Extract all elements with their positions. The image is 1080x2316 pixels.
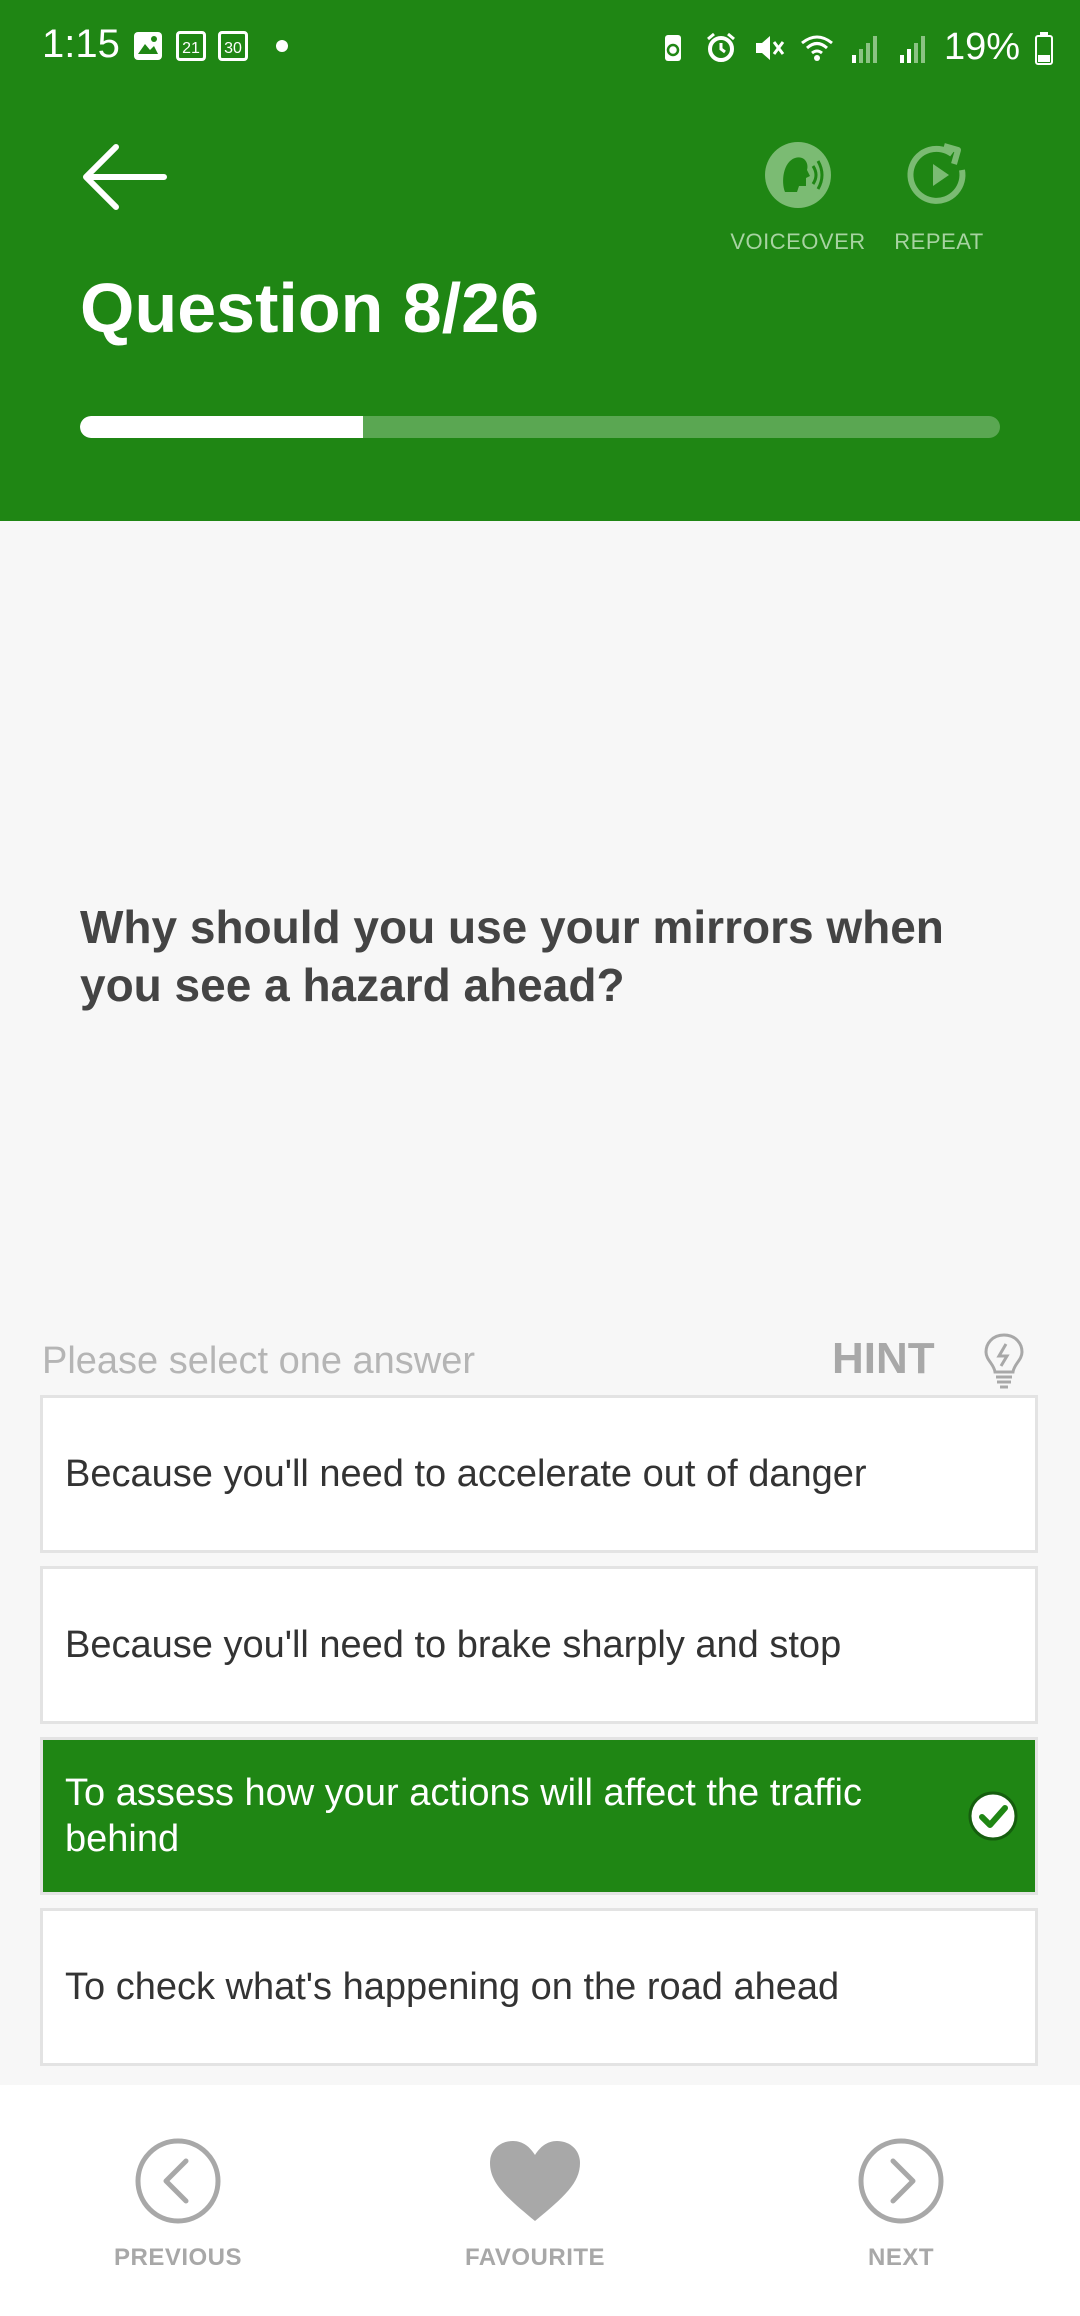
answer-option-3-selected[interactable]: To assess how your actions will affect t… bbox=[40, 1737, 1038, 1895]
next-button[interactable]: NEXT bbox=[801, 2137, 1001, 2272]
answer-option-1[interactable]: Because you'll need to accelerate out of… bbox=[40, 1395, 1038, 1553]
back-arrow-icon[interactable] bbox=[78, 142, 168, 212]
answer-prompt: Please select one answer bbox=[42, 1340, 476, 1382]
repeat-icon bbox=[907, 143, 966, 204]
calendar-icon: 30 bbox=[218, 31, 248, 61]
question-text: Why should you use your mirrors when you… bbox=[80, 901, 944, 1011]
signal-icon bbox=[899, 35, 925, 63]
wifi-icon bbox=[801, 35, 833, 61]
bottom-navigation: PREVIOUS FAVOURITE NEXT bbox=[0, 2085, 1080, 2316]
calendar-icon: 21 bbox=[176, 31, 206, 61]
answer-text: Because you'll need to brake sharply and… bbox=[65, 1624, 842, 1666]
gallery-icon bbox=[134, 32, 162, 60]
mute-icon bbox=[755, 35, 785, 60]
status-bar: 1:15 21 30 19% bbox=[0, 0, 1080, 96]
question-progress-fill bbox=[80, 416, 364, 438]
page-title: Question 8/26 bbox=[80, 269, 540, 347]
previous-label: PREVIOUS bbox=[113, 2244, 243, 2271]
lightbulb-icon[interactable] bbox=[982, 1332, 1026, 1390]
answer-text: To check what's happening on the road ah… bbox=[65, 1966, 840, 2008]
answer-option-4[interactable]: To check what's happening on the road ah… bbox=[40, 1908, 1038, 2066]
question-progress-bar bbox=[80, 416, 1000, 438]
answer-text: To assess how your actions will affect t… bbox=[65, 1772, 862, 1860]
alarm-icon bbox=[706, 32, 735, 62]
favourite-button[interactable]: FAVOURITE bbox=[435, 2137, 635, 2272]
status-time: 1:15 bbox=[42, 22, 120, 66]
previous-button[interactable]: PREVIOUS bbox=[78, 2137, 278, 2272]
voiceover-label: VOICEOVER bbox=[730, 229, 866, 254]
hint-button[interactable]: HINT bbox=[832, 1334, 935, 1384]
battery-saver-icon bbox=[664, 34, 681, 61]
signal-icon bbox=[851, 35, 877, 63]
more-notifications-icon bbox=[276, 40, 288, 52]
check-circle-icon bbox=[968, 1791, 1018, 1841]
chevron-right-circle-icon bbox=[858, 2138, 944, 2224]
voiceover-button[interactable]: VOICEOVER bbox=[728, 140, 868, 255]
chevron-left-circle-icon bbox=[135, 2138, 221, 2224]
status-system-icons: 19% bbox=[656, 26, 1054, 69]
repeat-label: REPEAT bbox=[894, 229, 984, 254]
answer-text: Because you'll need to accelerate out of… bbox=[65, 1453, 867, 1495]
question-header: 1:15 21 30 19% VOICEOVER REPEAT Question… bbox=[0, 0, 1080, 521]
battery-percent: 19% bbox=[943, 26, 1020, 68]
voiceover-icon bbox=[765, 142, 831, 208]
repeat-button[interactable]: REPEAT bbox=[869, 140, 1009, 255]
battery-icon bbox=[1035, 31, 1053, 65]
favourite-label: FAVOURITE bbox=[464, 2244, 606, 2271]
status-notification-icons: 21 30 bbox=[132, 30, 288, 62]
next-label: NEXT bbox=[867, 2244, 934, 2271]
heart-icon bbox=[490, 2141, 580, 2221]
answer-option-2[interactable]: Because you'll need to brake sharply and… bbox=[40, 1566, 1038, 1724]
